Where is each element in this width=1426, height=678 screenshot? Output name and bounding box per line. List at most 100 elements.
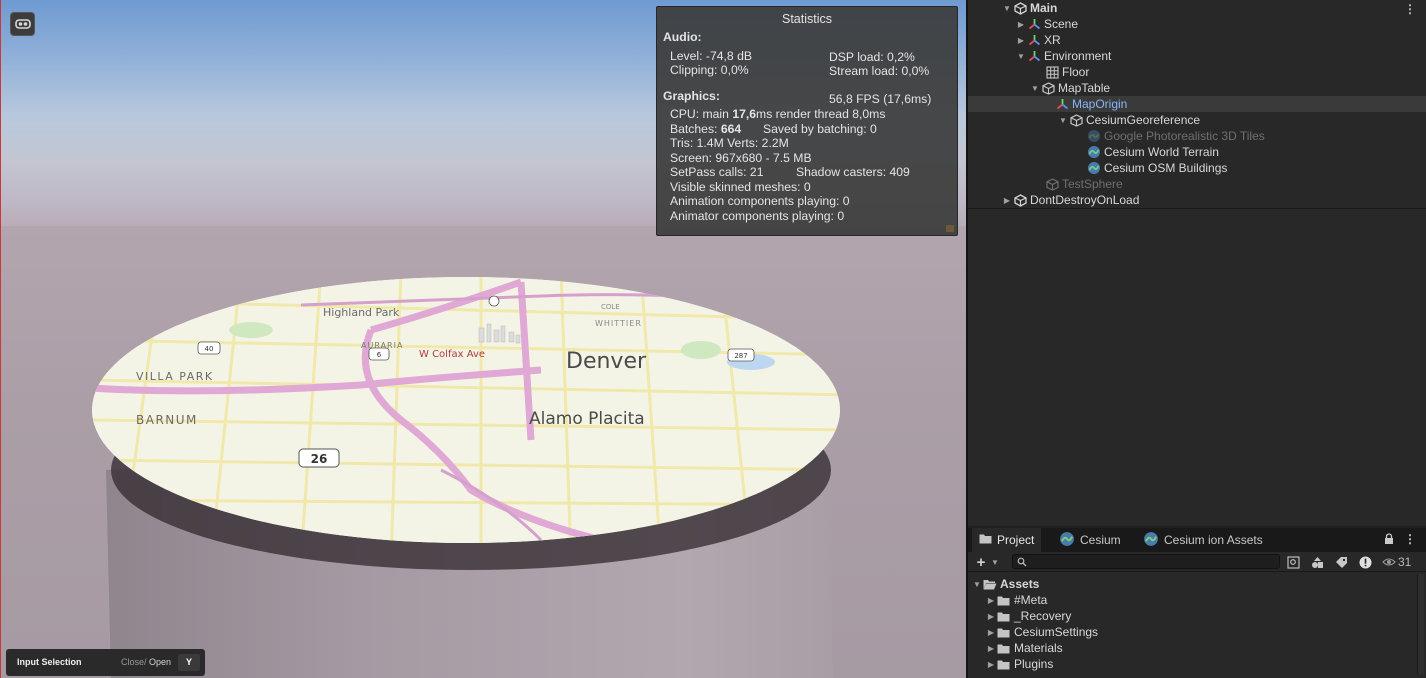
unity-scene-icon: [1013, 193, 1027, 207]
folder-icon: [997, 610, 1011, 622]
prefab-gizmo-icon: [1027, 17, 1041, 31]
skinned-meshes: Visible skinned meshes: 0: [670, 180, 811, 194]
expand-arrow-icon[interactable]: ▼: [972, 580, 982, 589]
expand-arrow-icon[interactable]: ▶: [1002, 196, 1012, 205]
project-panel[interactable]: Project Cesium Cesium ion Assets ⋮ + ▼ 3…: [968, 528, 1426, 678]
folder-icon: [997, 594, 1011, 606]
folder-icon: [997, 658, 1011, 670]
cesium-icon: [1143, 531, 1159, 550]
project-folder-cesiumsettings[interactable]: ▶ CesiumSettings: [968, 624, 1426, 640]
expand-arrow-icon[interactable]: ▼: [1030, 84, 1040, 93]
hierarchy-item-cesium-osm-buildings[interactable]: Cesium OSM Buildings: [968, 160, 1426, 176]
route-40-label: 40: [205, 345, 214, 353]
route-287-label: 287: [734, 352, 747, 360]
cesium-icon: [1087, 129, 1101, 143]
expand-arrow-icon[interactable]: ▼: [1002, 4, 1012, 13]
expand-arrow-icon[interactable]: ▶: [1016, 20, 1026, 29]
hierarchy-item-maptable[interactable]: ▼ MapTable: [968, 80, 1426, 96]
search-input[interactable]: [1012, 554, 1280, 569]
hierarchy-item-main[interactable]: ▼ Main ⋮: [968, 0, 1426, 16]
hierarchy-item-cesium-world-terrain[interactable]: Cesium World Terrain: [968, 144, 1426, 160]
hidden-count[interactable]: 31: [1382, 555, 1411, 569]
hierarchy-item-dontdestroyonload[interactable]: ▶ DontDestroyOnLoad: [968, 192, 1426, 208]
project-folder-meta[interactable]: ▶ #Meta: [968, 592, 1426, 608]
expand-arrow-icon[interactable]: ▶: [986, 628, 996, 637]
project-folder-assets[interactable]: ▼ Assets: [968, 576, 1426, 592]
input-selection-bar[interactable]: Input Selection Close/ Open Y: [6, 649, 205, 676]
project-folder-recovery[interactable]: ▶ _Recovery: [968, 608, 1426, 624]
expand-arrow-icon[interactable]: ▶: [986, 644, 996, 653]
setpass-calls: SetPass calls: 21: [670, 165, 764, 179]
project-toolbar: + ▼ 31: [968, 552, 1426, 572]
audio-level: Level: -74,8 dB: [670, 49, 752, 63]
audio-header: Audio:: [663, 30, 702, 44]
shadow-casters: Shadow casters: 409: [796, 165, 910, 179]
expand-arrow-icon[interactable]: ▼: [1016, 52, 1026, 61]
game-view[interactable]: Denver Alamo Placita Highland Park VILLA…: [0, 0, 966, 678]
add-icon[interactable]: +: [974, 554, 988, 571]
vr-headset-icon[interactable]: [10, 12, 35, 36]
folder-icon: [979, 533, 992, 547]
cesium-icon: [1087, 161, 1101, 175]
route-6-label: 6: [377, 351, 382, 359]
map-label-colfax: W Colfax Ave: [419, 349, 485, 360]
hierarchy-panel[interactable]: ▼ Main ⋮ ▶ Scene ▶ XR ▼ Environment Floo…: [968, 0, 1426, 526]
audio-clipping: Clipping: 0,0%: [670, 63, 749, 77]
hierarchy-item-scene[interactable]: ▶ Scene: [968, 16, 1426, 32]
lock-icon[interactable]: [1384, 533, 1394, 548]
map-label-whittier: WHITTIER: [595, 319, 642, 328]
cube-icon: [1041, 81, 1055, 95]
folder-icon: [997, 626, 1011, 638]
prefab-gizmo-icon: [1027, 33, 1041, 47]
tab-cesium[interactable]: Cesium: [1052, 528, 1128, 552]
tris-verts: Tris: 1.4M Verts: 2.2M: [670, 136, 789, 150]
map-label-barnum: BARNUM: [136, 413, 198, 427]
expand-arrow-icon[interactable]: ▶: [1016, 36, 1026, 45]
project-folder-materials[interactable]: ▶ Materials: [968, 640, 1426, 656]
project-scrollbar[interactable]: [1417, 574, 1424, 674]
cesium-icon: [1087, 145, 1101, 159]
hierarchy-item-google-3d-tiles[interactable]: Google Photorealistic 3D Tiles: [968, 128, 1426, 144]
stream-load: Stream load: 0,0%: [829, 64, 930, 78]
statistics-panel[interactable]: Statistics Audio: Level: -74,8 dB Clippi…: [656, 6, 958, 236]
hierarchy-item-xr[interactable]: ▶ XR: [968, 32, 1426, 48]
animator-components: Animator components playing: 0: [670, 209, 845, 223]
hierarchy-item-floor[interactable]: Floor: [968, 64, 1426, 80]
expand-arrow-icon[interactable]: ▼: [1058, 116, 1068, 125]
project-folder-plugins[interactable]: ▶ Plugins: [968, 656, 1426, 672]
kebab-menu-icon[interactable]: ⋮: [1404, 2, 1416, 16]
warning-icon[interactable]: [1358, 555, 1372, 569]
eye-icon: [1382, 558, 1396, 566]
grid-icon: [1045, 65, 1059, 79]
map-label-alamo-placita: Alamo Placita: [529, 409, 645, 429]
tab-project[interactable]: Project: [972, 528, 1042, 552]
chevron-down-icon[interactable]: ▼: [988, 555, 1002, 569]
animation-components: Animation components playing: 0: [670, 194, 850, 208]
expand-arrow-icon[interactable]: ▶: [986, 612, 996, 621]
filter-by-type-icon[interactable]: [1310, 555, 1324, 569]
map-label-cole: COLE: [601, 303, 620, 311]
batches-readout: Batches: 664: [670, 122, 742, 136]
hierarchy-divider: [968, 208, 1426, 209]
expand-arrow-icon[interactable]: ▶: [986, 596, 996, 605]
unity-scene-icon: [1013, 1, 1027, 15]
editor-side-panels: ▼ Main ⋮ ▶ Scene ▶ XR ▼ Environment Floo…: [966, 0, 1426, 678]
hierarchy-item-maporigin[interactable]: MapOrigin: [968, 96, 1426, 112]
input-selection-hint: Close/ Open: [121, 657, 172, 667]
hierarchy-item-cesiumgeoreference[interactable]: ▼ CesiumGeoreference: [968, 112, 1426, 128]
dsp-load: DSP load: 0,2%: [829, 50, 915, 64]
hierarchy-item-environment[interactable]: ▼ Environment: [968, 48, 1426, 64]
expand-arrow-icon[interactable]: ▶: [986, 660, 996, 669]
key-y-button[interactable]: Y: [178, 654, 200, 671]
tab-cesium-ion-assets[interactable]: Cesium ion Assets: [1136, 528, 1270, 552]
screen-readout: Screen: 967x680 - 7.5 MB: [670, 151, 812, 165]
kebab-menu-icon[interactable]: ⋮: [1404, 532, 1416, 546]
hierarchy-item-testsphere[interactable]: TestSphere: [968, 176, 1426, 192]
map-label-highland-park: Highland Park: [323, 306, 400, 319]
open-folder-icon: [983, 578, 997, 590]
label-tag-icon[interactable]: [1334, 555, 1348, 569]
saved-by-batching: Saved by batching: 0: [763, 122, 877, 136]
search-by-type-icon[interactable]: [1286, 555, 1300, 569]
map-label-denver: Denver: [566, 349, 647, 374]
resize-grip-icon[interactable]: [946, 225, 954, 232]
